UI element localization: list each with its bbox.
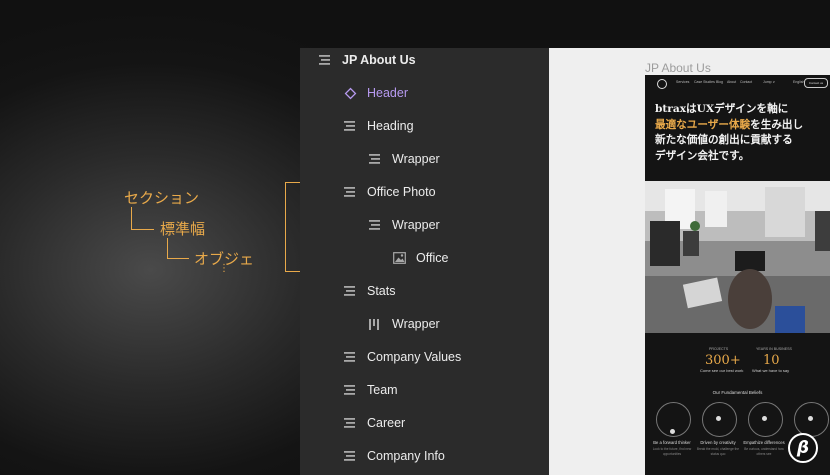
nav-contact-button[interactable]: Contact us (804, 78, 828, 88)
section-lines-icon (343, 185, 357, 199)
office-photo-image (645, 181, 830, 333)
layer-row-jp-about-us[interactable]: JP About Us (318, 49, 416, 71)
belief-title: Driven by creativity (700, 440, 736, 445)
layer-label: Heading (367, 119, 414, 133)
layer-row-header[interactable]: Header (343, 82, 408, 104)
hero-line: btraxはUXデザインを軸に (655, 103, 789, 115)
stat-caption: What we have to say (752, 368, 790, 373)
hero-line: 新たな価値の創出に貢献する (655, 134, 793, 147)
layer-label: Stats (367, 284, 396, 298)
section-lines-icon (343, 350, 357, 364)
frame-title[interactable]: JP About Us (645, 61, 711, 75)
stat-label: PROJECTS (709, 347, 729, 351)
annotation-connector (167, 238, 189, 259)
layer-label: Team (367, 383, 398, 397)
section-lines-icon (343, 284, 357, 298)
beliefs-title: Our Fundamental Beliefs (712, 390, 763, 395)
stat-value: 300+ (705, 353, 741, 368)
section-lines-icon (368, 152, 382, 166)
stat-caption: Come see our best work (700, 368, 744, 373)
hero-accent-text: 最適なユーザー体験 (655, 118, 751, 131)
layer-row-company-values[interactable]: Company Values (343, 346, 461, 368)
layer-label: Company Info (367, 449, 445, 463)
layer-row-office-photo[interactable]: Office Photo (343, 181, 436, 203)
layer-row-wrapper[interactable]: Wrapper (368, 214, 440, 236)
layer-row-stats[interactable]: Stats (343, 280, 396, 302)
hero-heading: btraxはUXデザインを軸に 最適なユーザー体験を生み出し 新たな価値の創出に… (655, 102, 827, 164)
layer-row-office[interactable]: Office (392, 247, 448, 269)
section-lines-icon (343, 449, 357, 463)
component-diamond-icon (343, 86, 357, 100)
hero-line: デザイン会社です。 (655, 149, 750, 162)
belief-caption: Break the mold, challenge the status quo (696, 447, 740, 456)
layer-row-team[interactable]: Team (343, 379, 398, 401)
belief-title: Empathize differences (743, 440, 785, 445)
section-lines-icon (343, 416, 357, 430)
belief-caption: Look to the future, find new opportuniti… (652, 447, 692, 456)
nav-item[interactable]: English (793, 80, 804, 84)
section-lines-icon (343, 383, 357, 397)
layer-label: Career (367, 416, 406, 430)
belief-dot (762, 416, 767, 421)
nav-item[interactable]: About (727, 80, 736, 84)
layer-row-wrapper[interactable]: Wrapper (368, 148, 440, 170)
office-photo (645, 181, 830, 333)
annotation-section-label: セクション (124, 189, 200, 207)
belief-title: Be a forward thinker (653, 440, 691, 445)
hero-line: 最適なユーザー体験を生み出し (655, 118, 827, 134)
layer-label: Company Values (367, 350, 462, 364)
section-lines-icon (318, 53, 332, 67)
layer-row-heading[interactable]: Heading (343, 115, 414, 137)
belief-dot (716, 416, 721, 421)
layer-row-career[interactable]: Career (343, 412, 405, 434)
image-icon (392, 251, 406, 265)
layer-row-wrapper[interactable]: Wrapper (368, 313, 440, 335)
layer-label: Header (367, 86, 408, 100)
layer-row-company-info[interactable]: Company Info (343, 445, 445, 467)
belief-dot (808, 416, 813, 421)
layer-label: Office Photo (367, 185, 436, 199)
layer-label: Office (416, 251, 449, 265)
stat-label: YEARS IN BUSINESS (756, 347, 792, 351)
site-logo (657, 79, 667, 89)
columns-icon (368, 317, 382, 331)
nav-item[interactable]: Jump ∨ (763, 80, 775, 84)
belief-caption: Be curious, understand how others see (744, 447, 784, 456)
nav-item[interactable]: Contact (740, 80, 752, 84)
site-nav: Services Case Studies Blog About Contact… (645, 75, 830, 91)
section-lines-icon (368, 218, 382, 232)
layer-label: JP About Us (342, 53, 416, 67)
stat-value: 10 (763, 353, 780, 368)
layer-label: Wrapper (392, 218, 440, 232)
page-preview[interactable]: Services Case Studies Blog About Contact… (645, 75, 830, 475)
nav-item[interactable]: Blog (716, 80, 723, 84)
layer-label: Wrapper (392, 317, 440, 331)
annotation-connector (131, 207, 154, 230)
nav-item[interactable]: Services (676, 80, 689, 84)
annotation-standard-width-label: 標準幅 (160, 220, 206, 238)
section-lines-icon (343, 119, 357, 133)
nav-item[interactable]: Case Studies (694, 80, 715, 84)
annotation-ellipsis: ⋮ (219, 263, 229, 274)
hero-text: を生み出し (750, 118, 804, 131)
brand-badge: β (788, 433, 818, 463)
layer-label: Wrapper (392, 152, 440, 166)
belief-dot (670, 429, 675, 434)
